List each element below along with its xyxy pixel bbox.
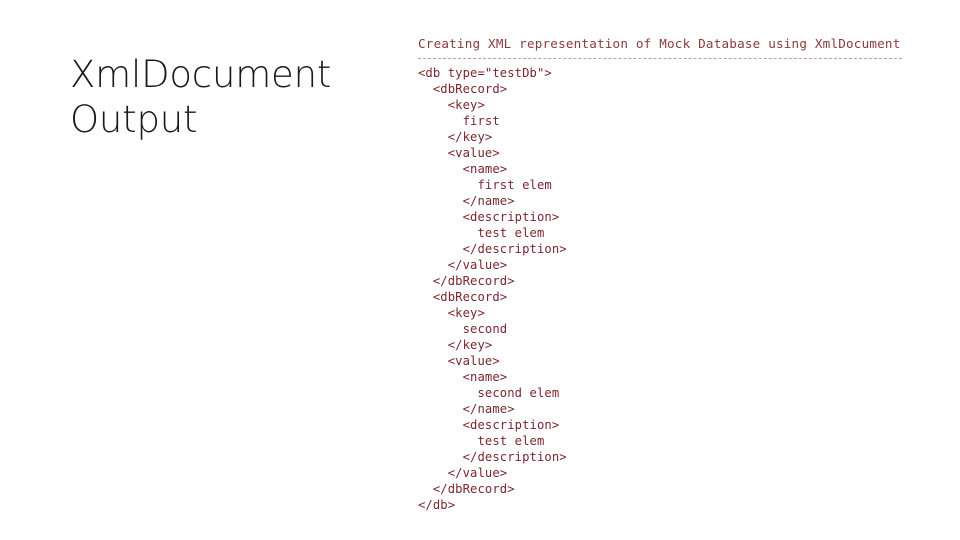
code-line: <key> (418, 306, 485, 320)
code-line: first elem (418, 178, 552, 192)
code-line: <description> (418, 210, 560, 224)
code-panel: Creating XML representation of Mock Data… (418, 36, 918, 513)
code-line: <key> (418, 98, 485, 112)
code-line: </dbRecord> (418, 482, 515, 496)
code-line: </key> (418, 130, 493, 144)
code-line: </name> (418, 194, 515, 208)
code-line: <dbRecord> (418, 82, 508, 96)
code-line: first (418, 114, 500, 128)
code-line: <dbRecord> (418, 290, 508, 304)
xml-code-block: <db type="testDb"> <dbRecord> <key> firs… (418, 65, 918, 513)
code-line: <description> (418, 418, 560, 432)
title-block: XmlDocument Output (70, 52, 390, 142)
code-line: </key> (418, 338, 493, 352)
code-line: </description> (418, 450, 567, 464)
code-line: second elem (418, 386, 560, 400)
code-line: <value> (418, 146, 500, 160)
slide-canvas: XmlDocument Output Creating XML represen… (0, 0, 960, 540)
code-line: </dbRecord> (418, 274, 515, 288)
code-line: </name> (418, 402, 515, 416)
code-line: <name> (418, 162, 508, 176)
code-line: test elem (418, 226, 545, 240)
code-line: </value> (418, 258, 508, 272)
code-line: </db> (418, 498, 456, 512)
code-panel-divider (418, 58, 902, 59)
code-line: <value> (418, 354, 500, 368)
code-line: <name> (418, 370, 508, 384)
code-line: </value> (418, 466, 508, 480)
page-title: XmlDocument Output (70, 53, 332, 141)
code-line: test elem (418, 434, 545, 448)
code-line: <db type="testDb"> (418, 66, 552, 80)
code-line: </description> (418, 242, 567, 256)
code-panel-header: Creating XML representation of Mock Data… (418, 36, 901, 51)
code-line: second (418, 322, 508, 336)
